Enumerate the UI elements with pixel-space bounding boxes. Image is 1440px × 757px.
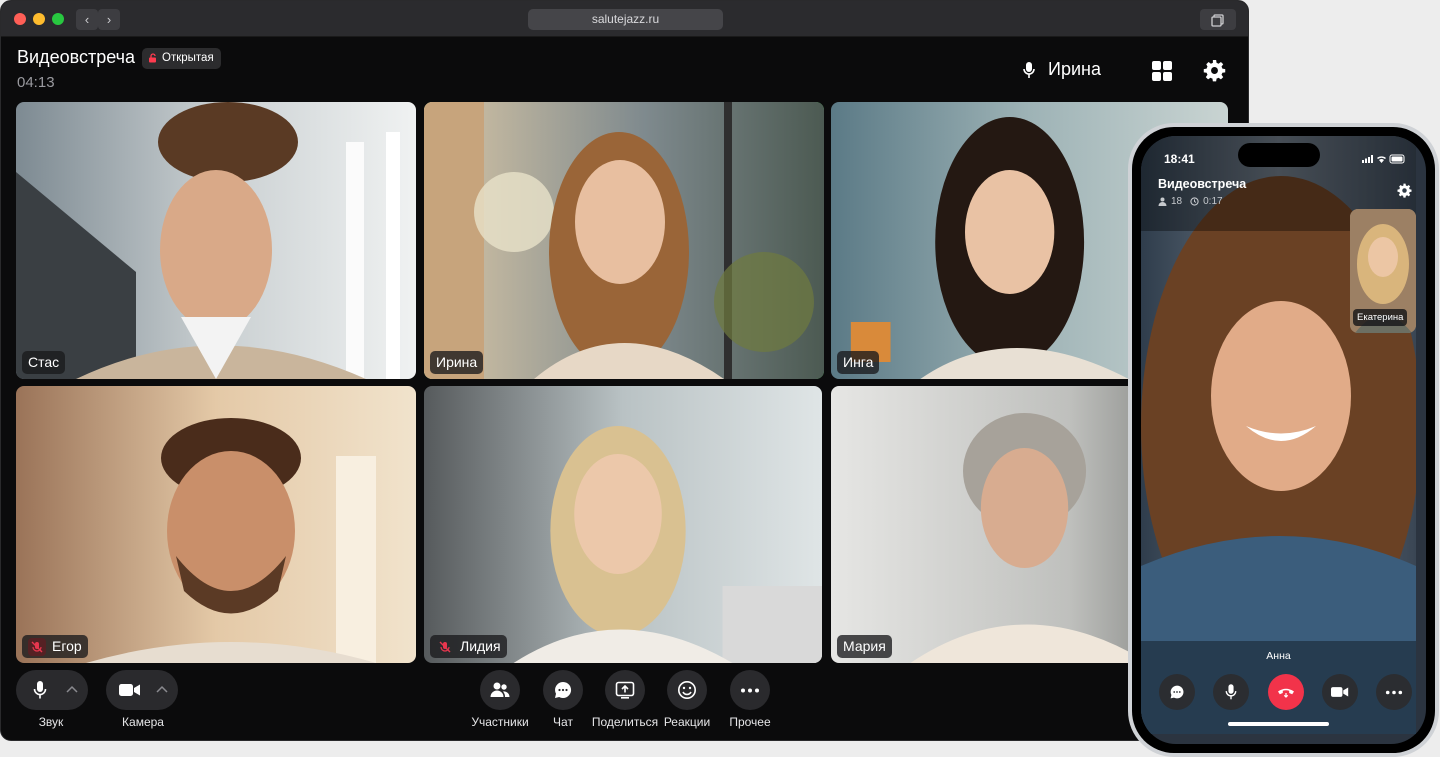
close-window-button[interactable] (14, 13, 26, 25)
chat-button[interactable] (543, 670, 583, 710)
participant-name-label: Стас (22, 351, 66, 374)
meeting-timer: 04:13 (17, 74, 55, 91)
access-badge-label: Открытая (162, 52, 214, 64)
tabs-icon (1211, 14, 1224, 27)
phone-participants-count: 18 (1171, 196, 1183, 207)
phone-microphone-button[interactable] (1213, 674, 1249, 710)
meeting-title: Видеовстреча (17, 47, 136, 67)
phone-status-time: 18:41 (1164, 152, 1195, 166)
person-icon (1158, 197, 1167, 206)
microphone-icon (1023, 61, 1035, 78)
current-speaker: Ирина (1022, 59, 1101, 80)
chat-icon (555, 681, 572, 698)
settings-gear-icon[interactable] (1203, 59, 1226, 82)
address-bar[interactable]: salutejazz.ru (528, 9, 723, 30)
share-screen-icon (615, 681, 635, 699)
participant-name-label: Мария (837, 635, 892, 658)
reactions-button[interactable] (667, 670, 707, 710)
phone-more-button[interactable] (1376, 674, 1412, 710)
participant-name: Мария (843, 638, 886, 654)
phone-meeting-duration: 0:17 (1203, 196, 1223, 207)
phone-meeting-meta: 18 0:17 (1158, 196, 1223, 207)
more-dots-icon (1385, 690, 1403, 695)
current-speaker-name: Ирина (1048, 59, 1101, 79)
phone-bezel: 18:41 Видеовстреча 18 0:17 Екатерина Анн… (1132, 127, 1435, 753)
phone-settings-gear-icon[interactable] (1397, 183, 1412, 198)
microphone-icon (33, 681, 47, 699)
participant-name: Инга (843, 354, 874, 370)
more-dots-icon (741, 688, 759, 693)
muted-microphone-icon (436, 638, 454, 656)
participant-name-label: Ирина (430, 351, 484, 374)
access-badge[interactable]: Открытая (142, 48, 221, 69)
participant-name: Ирина (436, 354, 478, 370)
unlock-icon (149, 53, 156, 63)
participant-name: Стас (28, 354, 60, 370)
clock-icon (1190, 197, 1199, 206)
participant-tile[interactable]: Лидия (424, 386, 822, 663)
participant-video (424, 102, 824, 379)
camera-control[interactable] (106, 670, 178, 710)
participant-name: Лидия (460, 638, 501, 654)
chevron-left-icon: ‹ (84, 12, 90, 27)
muted-microphone-icon (28, 637, 46, 656)
chevron-up-icon[interactable] (66, 685, 78, 694)
home-indicator[interactable] (1228, 722, 1329, 726)
forward-button[interactable]: › (98, 9, 120, 30)
participant-video (16, 102, 416, 379)
participant-name-label: Инга (837, 351, 880, 374)
participant-tile[interactable]: Стас (16, 102, 416, 379)
phone-screen: 18:41 Видеовстреча 18 0:17 Екатерина Анн… (1141, 136, 1426, 744)
minimize-window-button[interactable] (33, 13, 45, 25)
hangup-phone-icon (1278, 688, 1294, 698)
back-button[interactable]: ‹ (76, 9, 98, 30)
participant-tile[interactable]: Егор (16, 386, 416, 663)
chat-label: Чат (553, 715, 573, 729)
zoom-window-button[interactable] (52, 13, 64, 25)
status-icons (1362, 154, 1405, 164)
phone-chat-button[interactable] (1159, 674, 1195, 710)
grid-layout-icon[interactable] (1151, 60, 1173, 82)
phone-hangup-button[interactable] (1268, 674, 1304, 710)
participant-name-label: Лидия (430, 635, 507, 658)
people-icon (490, 682, 510, 697)
participants-label: Участники (471, 715, 529, 729)
participant-name: Егор (52, 638, 82, 654)
phone-meeting-title: Видеовстреча (1158, 177, 1247, 191)
browser-window: ‹ › salutejazz.ru Видеовстреча Открытая … (0, 0, 1249, 741)
more-button[interactable] (730, 670, 770, 710)
microphone-icon (1225, 684, 1237, 700)
dynamic-island (1238, 143, 1320, 167)
sound-control[interactable] (16, 670, 88, 710)
participant-tile-active[interactable]: Ирина (424, 102, 824, 379)
reactions-label: Реакции (663, 715, 711, 729)
phone-camera-button[interactable] (1322, 674, 1358, 710)
chevron-right-icon: › (106, 12, 112, 27)
participant-video (424, 386, 822, 663)
participants-button[interactable] (480, 670, 520, 710)
camera-icon (119, 684, 140, 696)
sound-label: Звук (38, 715, 64, 729)
share-screen-button[interactable] (605, 670, 645, 710)
pip-participant-tile[interactable]: Екатерина (1350, 209, 1416, 333)
chat-icon (1170, 685, 1184, 699)
more-label: Прочее (729, 715, 771, 729)
participant-video (16, 386, 416, 663)
smile-icon (678, 681, 696, 699)
phone-main-participant-name: Анна (1266, 650, 1291, 662)
phone-frame: 18:41 Видеовстреча 18 0:17 Екатерина Анн… (1128, 123, 1439, 757)
tab-overview-button[interactable] (1200, 9, 1236, 30)
chevron-up-icon[interactable] (156, 685, 168, 694)
browser-titlebar: ‹ › salutejazz.ru (1, 1, 1248, 37)
participant-name-label: Егор (22, 635, 88, 658)
camera-icon (1331, 687, 1349, 697)
camera-label: Камера (122, 715, 164, 729)
pip-name-label: Екатерина (1353, 309, 1408, 326)
